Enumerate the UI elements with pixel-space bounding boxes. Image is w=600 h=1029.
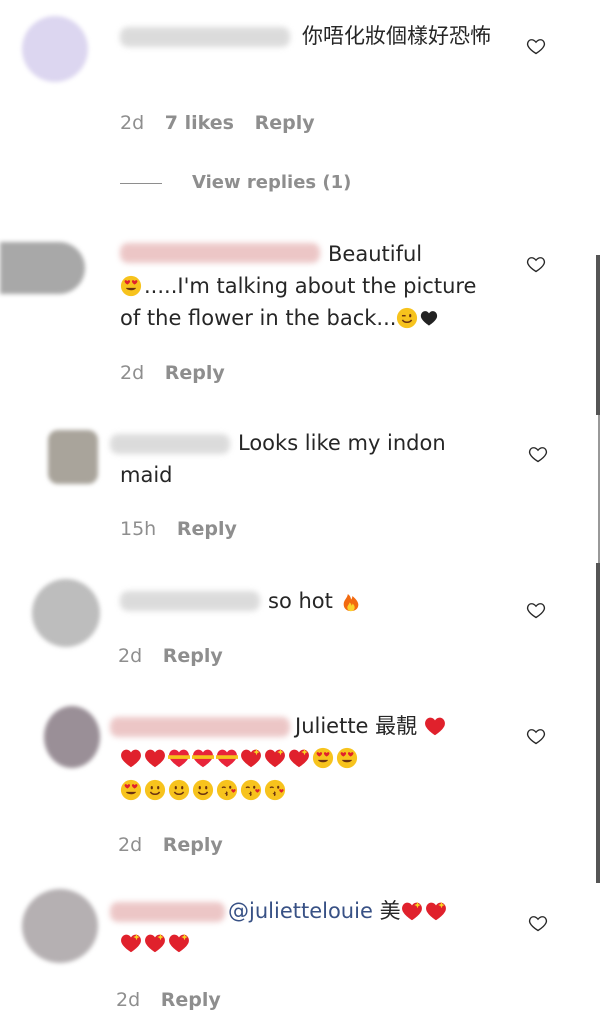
comment-body: Beautiful (328, 242, 423, 266)
sparkling-heart-emoji (168, 932, 190, 954)
heart-with-ribbon-emoji (192, 747, 214, 769)
timestamp: 2d (120, 112, 145, 134)
mention-link[interactable]: @juliettelouie (228, 899, 373, 923)
red-heart-emoji (144, 747, 166, 769)
heart-with-ribbon-emoji (216, 747, 238, 769)
comment-meta: 2d Reply (116, 989, 235, 1011)
heart-outline-icon[interactable] (528, 444, 548, 464)
smiling-face-emoji (168, 779, 190, 801)
comment-meta: 2d Reply (120, 362, 239, 384)
comment-body-3: of the flower in the back... (120, 306, 397, 330)
face-blowing-kiss-emoji (264, 779, 286, 801)
heart-eyes-emoji (120, 275, 142, 297)
comment-body: 美 (379, 899, 401, 923)
avatar[interactable] (32, 579, 100, 647)
heart-outline-icon[interactable] (526, 254, 546, 274)
comment-meta: 15h Reply (120, 518, 251, 540)
emoji-row-1 (120, 746, 360, 770)
comment-meta: 2d Reply (118, 645, 237, 667)
timestamp: 2d (118, 834, 143, 856)
comment-text: @juliettelouie 美 (120, 895, 520, 959)
view-replies-label: View replies (1) (192, 172, 352, 193)
avatar[interactable] (44, 706, 100, 768)
timestamp: 2d (116, 989, 141, 1011)
heart-eyes-emoji (312, 747, 334, 769)
timestamp: 2d (118, 645, 143, 667)
heart-with-ribbon-emoji (168, 747, 190, 769)
heart-eyes-emoji (336, 747, 358, 769)
fire-icon (340, 590, 362, 612)
comment-text: so hot (120, 585, 500, 617)
comment-body: 你唔化妝個樣好恐怖 (302, 24, 491, 48)
sparkling-heart-emoji (264, 747, 286, 769)
timestamp: 2d (120, 362, 145, 384)
reply-button[interactable]: Reply (163, 834, 223, 856)
black-heart-emoji (420, 307, 438, 329)
sparkling-heart-emoji (401, 900, 423, 922)
timestamp: 15h (120, 518, 157, 540)
face-blowing-kiss-emoji (240, 779, 262, 801)
comment-text: Juliette 最靚 (120, 710, 520, 806)
reply-button[interactable]: Reply (177, 518, 237, 540)
comment-body-2: .....I'm talking about the picture (144, 274, 477, 298)
avatar[interactable] (0, 242, 85, 294)
comment-2: Beautiful .....I'm talking about the pic… (0, 220, 600, 410)
face-blowing-kiss-emoji (216, 779, 238, 801)
emoji-row-2 (120, 778, 288, 802)
likes-count[interactable]: 7 likes (165, 112, 234, 134)
heart-outline-icon[interactable] (526, 36, 546, 56)
comment-meta: 2d 7 likes Reply (120, 112, 329, 134)
sparkling-heart-emoji (425, 900, 447, 922)
reply-button[interactable]: Reply (161, 989, 221, 1011)
red-heart-emoji (120, 747, 142, 769)
reply-button[interactable]: Reply (255, 112, 315, 134)
heart-outline-icon[interactable] (526, 600, 546, 620)
view-replies-button[interactable]: View replies (1) (120, 172, 351, 193)
comment-body: Looks like my indon maid (120, 431, 446, 487)
heart-eyes-emoji (120, 779, 142, 801)
red-heart-emoji (424, 715, 446, 737)
comment-1: 你唔化妝個樣好恐怖 2d 7 likes Reply View replies … (0, 0, 600, 200)
heart-outline-icon[interactable] (528, 913, 548, 933)
smiling-face-emoji (144, 779, 166, 801)
avatar[interactable] (48, 430, 98, 484)
comment-text: 你唔化妝個樣好恐怖 (120, 20, 510, 52)
comment-body: Juliette 最靚 (295, 714, 418, 738)
sparkling-heart-emoji (120, 932, 142, 954)
comment-text: Beautiful .....I'm talking about the pic… (120, 238, 510, 334)
comment-4: so hot 2d Reply (0, 565, 600, 695)
avatar[interactable] (22, 889, 98, 963)
avatar[interactable] (22, 16, 88, 82)
sparkling-heart-emoji (144, 932, 166, 954)
comment-5: Juliette 最靚 2d Reply (0, 700, 600, 880)
smiling-face-emoji (192, 779, 214, 801)
heart-outline-icon[interactable] (526, 726, 546, 746)
window-edge (596, 255, 600, 415)
comment-body: so hot (268, 589, 333, 613)
comment-text: Looks like my indon maid (120, 427, 490, 491)
comment-3: Looks like my indon maid 15h Reply (0, 412, 600, 562)
comment-meta: 2d Reply (118, 834, 237, 856)
comment-6: @juliettelouie 美 2d Reply (0, 885, 600, 1029)
divider (120, 182, 162, 184)
reply-button[interactable]: Reply (163, 645, 223, 667)
winking-face-emoji (396, 307, 418, 329)
sparkling-heart-emoji (288, 747, 310, 769)
sparkling-heart-emoji (240, 747, 262, 769)
reply-button[interactable]: Reply (165, 362, 225, 384)
